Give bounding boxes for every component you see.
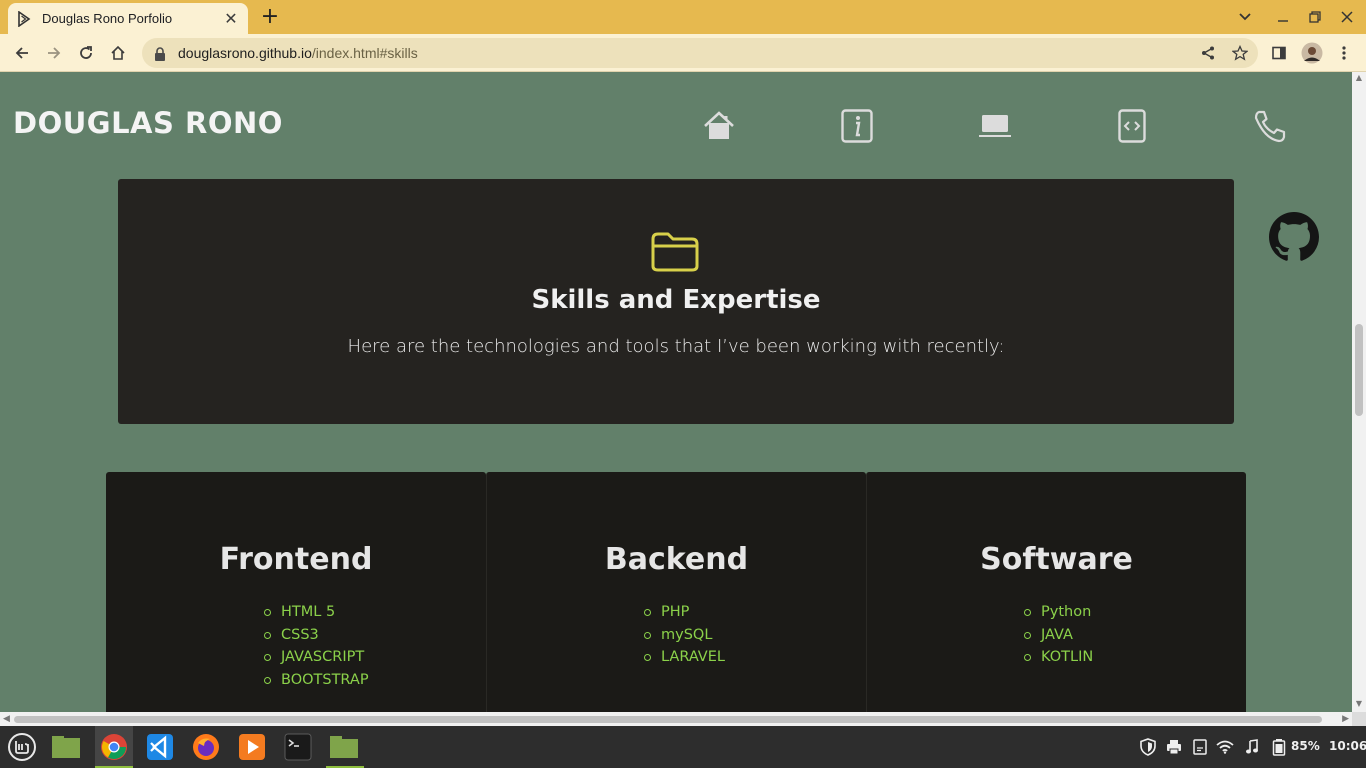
profile-avatar[interactable] xyxy=(1299,40,1325,66)
card-title: Backend xyxy=(604,542,749,577)
frontend-card: Frontend HTML 5 CSS3 JAVASCRIPT BOOTSTRA… xyxy=(106,472,486,712)
address-bar[interactable]: douglasrono.github.io/index.html#skills xyxy=(142,38,1258,68)
info-icon[interactable] xyxy=(837,106,877,146)
tab-search-icon[interactable] xyxy=(1234,6,1256,28)
files-folder-icon[interactable] xyxy=(328,731,360,763)
battery-percent: 85% xyxy=(1291,739,1320,753)
skills-cards: Frontend HTML 5 CSS3 JAVASCRIPT BOOTSTRA… xyxy=(106,472,1246,712)
menu-kebab-icon[interactable] xyxy=(1331,40,1357,66)
close-window-icon[interactable] xyxy=(1336,6,1358,28)
sound-icon[interactable] xyxy=(1243,738,1261,756)
home-button-icon[interactable] xyxy=(105,40,131,66)
list-item: JAVA xyxy=(1024,624,1093,647)
list-item: BOOTSTRAP xyxy=(264,669,369,692)
notes-icon[interactable] xyxy=(1191,738,1209,756)
home-icon[interactable] xyxy=(699,106,739,146)
os-taskbar: 85% 10:06 xyxy=(0,726,1366,768)
card-title: Software xyxy=(980,542,1133,577)
list-item: JAVASCRIPT xyxy=(264,646,369,669)
wifi-icon[interactable] xyxy=(1216,738,1234,756)
side-panel-icon[interactable] xyxy=(1266,40,1292,66)
scrollbar-corner xyxy=(1352,712,1366,726)
software-card: Software Python JAVA KOTLIN xyxy=(866,472,1246,712)
lock-icon xyxy=(154,46,168,61)
shield-icon[interactable] xyxy=(1139,738,1157,756)
laptop-icon[interactable] xyxy=(975,106,1015,146)
battery-icon[interactable] xyxy=(1270,738,1288,756)
site-favicon-icon xyxy=(16,10,32,27)
firefox-icon[interactable] xyxy=(190,731,222,763)
tab-strip: Douglas Rono Porfolio ✕ + xyxy=(0,0,1366,34)
frontend-list: HTML 5 CSS3 JAVASCRIPT BOOTSTRAP xyxy=(264,601,369,691)
list-item: HTML 5 xyxy=(264,601,369,624)
forward-icon[interactable] xyxy=(41,40,67,66)
share-icon[interactable] xyxy=(1195,40,1221,66)
printer-icon[interactable] xyxy=(1165,738,1183,756)
list-item: CSS3 xyxy=(264,624,369,647)
section-title: Skills and Expertise xyxy=(531,285,821,315)
folder-icon xyxy=(650,231,700,277)
mint-menu-icon[interactable] xyxy=(6,731,38,763)
back-icon[interactable] xyxy=(9,40,35,66)
list-item: KOTLIN xyxy=(1024,646,1093,669)
phone-icon[interactable] xyxy=(1250,106,1290,146)
list-item: mySQL xyxy=(644,624,725,647)
list-item: PHP xyxy=(644,601,725,624)
site-brand[interactable]: DOUGLAS RONO xyxy=(13,106,283,140)
vertical-scrollbar[interactable]: ▲ ▼ xyxy=(1352,72,1366,712)
terminal-icon[interactable] xyxy=(282,731,314,763)
vscode-icon[interactable] xyxy=(144,731,176,763)
close-tab-icon[interactable]: ✕ xyxy=(222,9,240,28)
scroll-right-arrow-icon[interactable]: ▶ xyxy=(1342,714,1349,724)
skills-hero: Skills and Expertise Here are the techno… xyxy=(118,179,1234,424)
url-host: douglasrono.github.io xyxy=(178,45,312,61)
scroll-down-arrow-icon[interactable]: ▼ xyxy=(1355,700,1363,708)
chrome-icon[interactable] xyxy=(98,731,130,763)
list-item: Python xyxy=(1024,601,1093,624)
bookmark-star-icon[interactable] xyxy=(1227,40,1253,66)
backend-card: Backend PHP mySQL LARAVEL xyxy=(486,472,866,712)
horizontal-scrollbar[interactable]: ◀ ▶ xyxy=(0,712,1352,726)
section-subtitle: Here are the technologies and tools that… xyxy=(347,336,1005,357)
scroll-left-arrow-icon[interactable]: ◀ xyxy=(3,714,10,724)
tab-title: Douglas Rono Porfolio xyxy=(42,11,173,26)
backend-list: PHP mySQL LARAVEL xyxy=(644,601,725,669)
reload-icon[interactable] xyxy=(73,40,99,66)
url-text: douglasrono.github.io/index.html#skills xyxy=(178,45,418,61)
url-path: /index.html#skills xyxy=(311,45,418,61)
restore-icon[interactable] xyxy=(1304,6,1326,28)
scroll-up-arrow-icon[interactable]: ▲ xyxy=(1355,74,1363,82)
list-item: LARAVEL xyxy=(644,646,725,669)
web-page: DOUGLAS RONO Skills and Expertise Here a… xyxy=(0,72,1352,712)
code-file-icon[interactable] xyxy=(1112,106,1152,146)
scroll-thumb[interactable] xyxy=(1355,324,1363,416)
horizontal-scroll-thumb[interactable] xyxy=(14,716,1322,723)
show-desktop-icon[interactable] xyxy=(50,731,82,763)
minimize-icon[interactable] xyxy=(1272,6,1294,28)
media-player-icon[interactable] xyxy=(236,731,268,763)
software-list: Python JAVA KOTLIN xyxy=(1024,601,1093,669)
card-title: Frontend xyxy=(219,542,373,577)
github-icon[interactable] xyxy=(1269,212,1321,264)
browser-toolbar: douglasrono.github.io/index.html#skills xyxy=(0,34,1366,72)
new-tab-button[interactable]: + xyxy=(258,4,282,29)
browser-tab[interactable]: Douglas Rono Porfolio ✕ xyxy=(8,3,248,34)
clock[interactable]: 10:06 xyxy=(1329,739,1366,753)
